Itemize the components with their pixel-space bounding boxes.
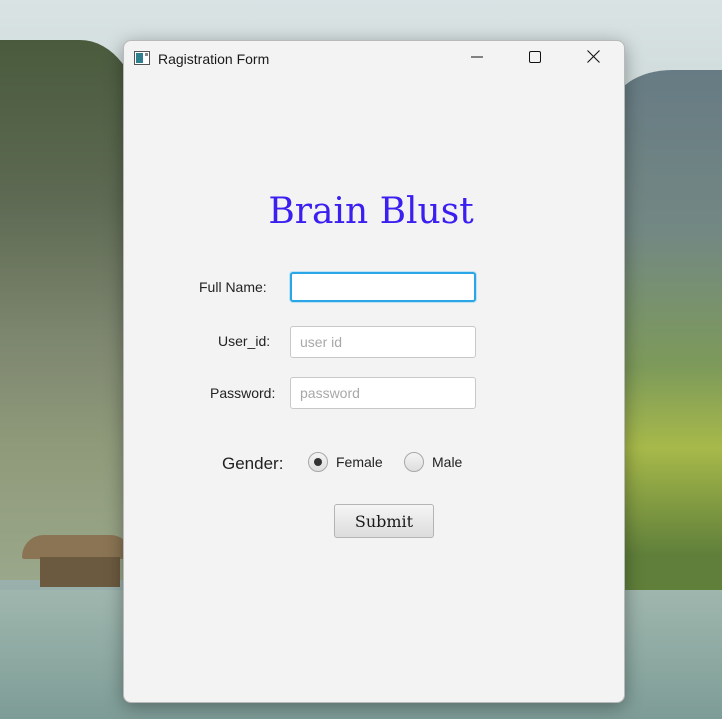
window-app-icon bbox=[134, 51, 150, 65]
title-bar[interactable]: Ragistration Form bbox=[124, 41, 624, 77]
password-input[interactable] bbox=[290, 377, 476, 409]
close-button[interactable] bbox=[564, 41, 622, 77]
wallpaper-cliff-right bbox=[612, 70, 722, 610]
wallpaper-hut bbox=[22, 535, 132, 590]
female-radio-label[interactable]: Female bbox=[336, 454, 383, 470]
close-icon bbox=[586, 50, 600, 68]
brand-heading: Brain Blust bbox=[268, 191, 474, 232]
full-name-label: Full Name: bbox=[199, 279, 267, 295]
registration-window: Ragistration Form Brain Blust Full Name:… bbox=[123, 40, 625, 703]
user-id-input[interactable] bbox=[290, 326, 476, 358]
gender-label: Gender: bbox=[222, 454, 284, 473]
maximize-button[interactable] bbox=[506, 41, 564, 77]
submit-button[interactable]: Submit bbox=[334, 504, 434, 538]
male-radio-label[interactable]: Male bbox=[432, 454, 462, 470]
full-name-input[interactable] bbox=[290, 272, 476, 302]
minimize-button[interactable] bbox=[448, 41, 506, 77]
user-id-label: User_id: bbox=[218, 333, 271, 349]
maximize-icon bbox=[529, 50, 541, 68]
radio-selected-dot bbox=[314, 458, 322, 466]
female-radio[interactable] bbox=[308, 452, 328, 472]
male-radio[interactable] bbox=[404, 452, 424, 472]
wallpaper-cliff-left bbox=[0, 40, 140, 580]
minimize-icon bbox=[471, 50, 483, 68]
password-label: Password: bbox=[210, 385, 276, 401]
window-title: Ragistration Form bbox=[158, 51, 270, 67]
